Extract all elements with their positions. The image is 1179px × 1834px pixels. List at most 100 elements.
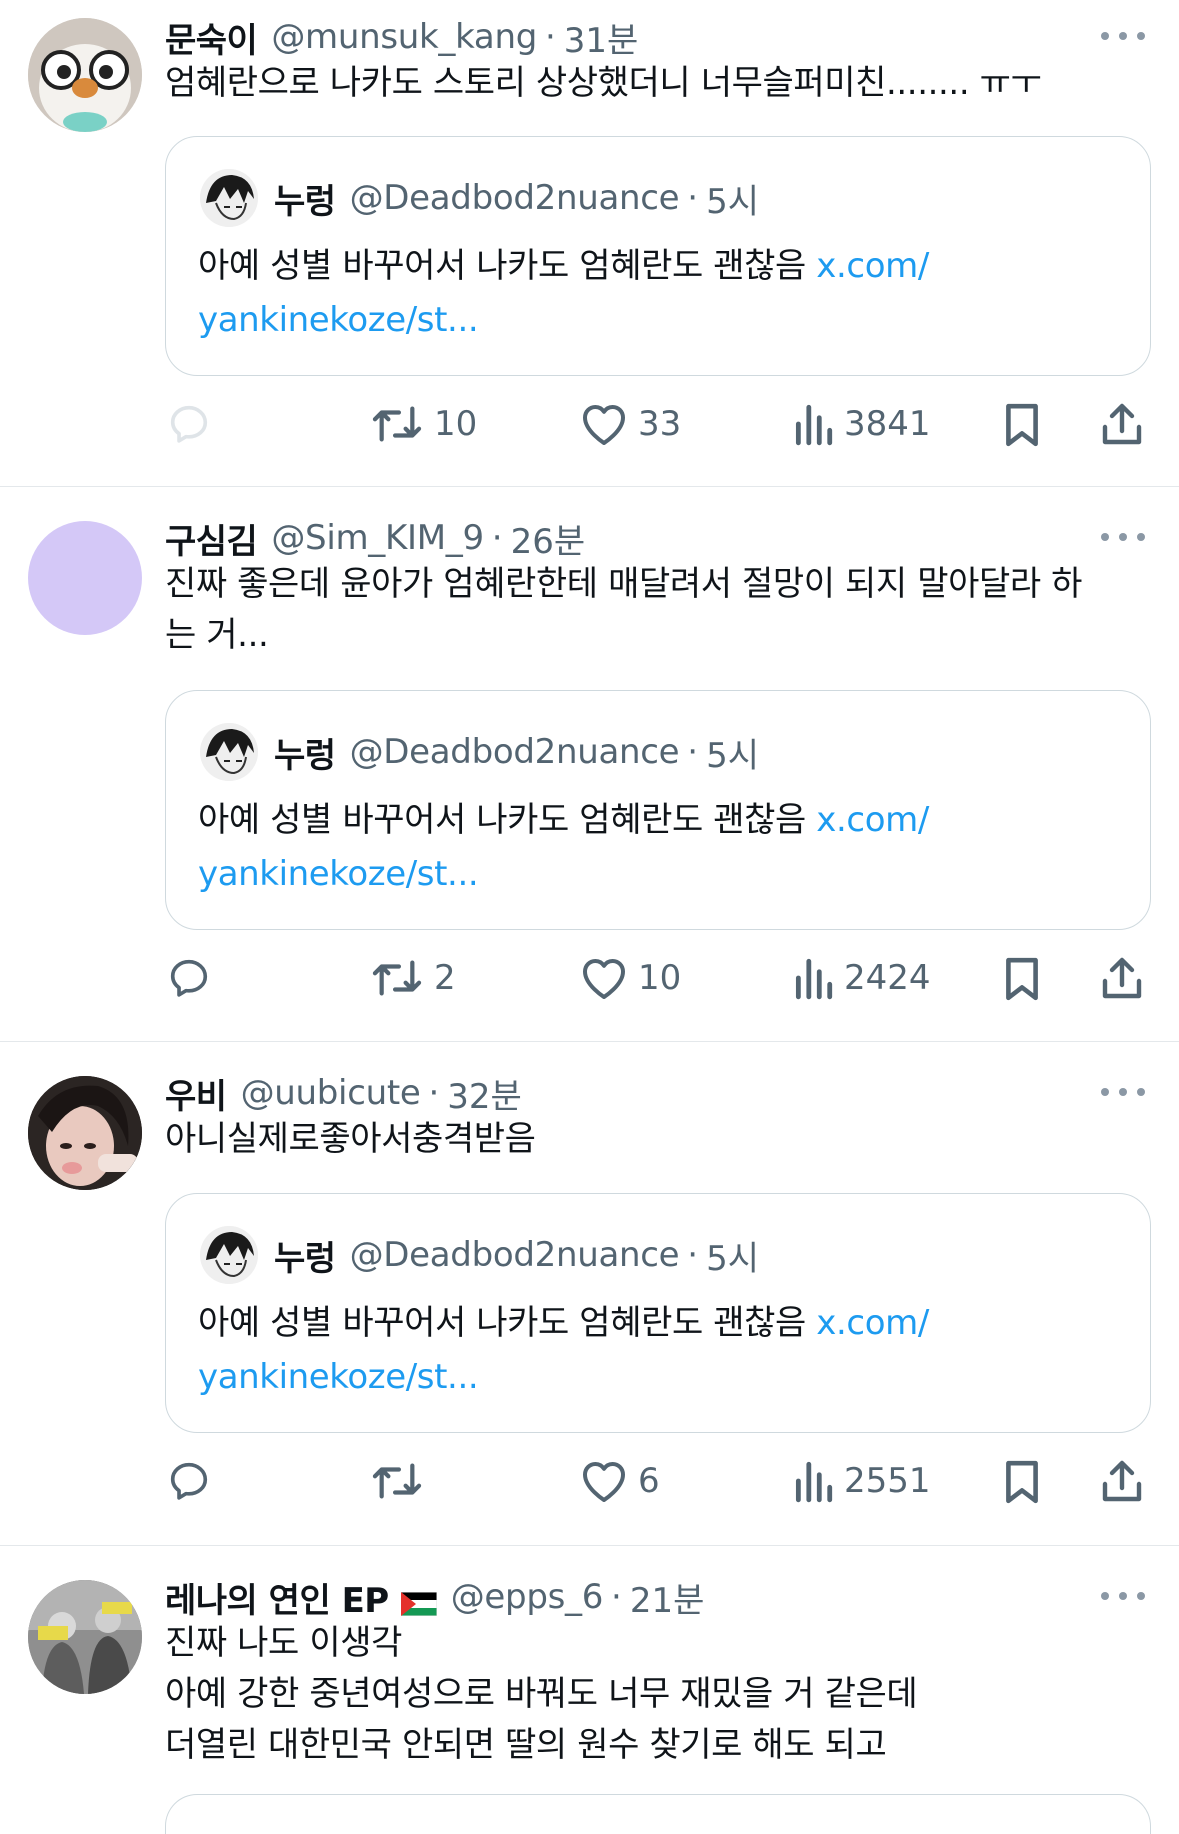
retweet-button[interactable]: 2 [370, 948, 456, 1008]
avatar[interactable] [28, 521, 142, 635]
retweet-count: 10 [434, 404, 478, 444]
quoted-header: 누렁 @Deadbod2nuance · 5시 [274, 729, 759, 776]
separator: · [687, 178, 699, 218]
tweet-text: 아니실제로좋아서충격받음 [165, 1119, 536, 1159]
avatar[interactable] [28, 1076, 142, 1190]
share-button[interactable] [1100, 1451, 1144, 1511]
retweet-icon [372, 960, 422, 996]
retweet-button[interactable]: 10 [370, 394, 477, 454]
like-button[interactable]: 6 [580, 1451, 660, 1511]
share-button[interactable] [1100, 948, 1144, 1008]
avatar[interactable] [28, 18, 142, 132]
quoted-tweet-partial[interactable] [165, 1794, 1151, 1834]
reply-icon [170, 405, 208, 443]
quoted-link[interactable]: x.com/ [816, 1303, 929, 1343]
tweet-text: 진짜 좋은데 윤아가 엄혜란한테 매달려서 절망이 되지 말아달라 하 는 거.… [165, 564, 1083, 655]
reply-button[interactable] [166, 948, 222, 1008]
manga-avatar-icon [200, 1226, 258, 1284]
bookmark-button[interactable] [1002, 1451, 1042, 1511]
more-icon[interactable] [1101, 1586, 1145, 1606]
retweet-button[interactable] [370, 1451, 434, 1511]
quoted-body: 아예 성별 바꾸어서 나카도 엄혜란도 괜찮음 [198, 800, 817, 840]
quoted-body: 아예 성별 바꾸어서 나카도 엄혜란도 괜찮음 [198, 246, 817, 286]
tweet-header: 레나의 연인 EP @epps_6 · 21분 [165, 1573, 705, 1622]
views-button[interactable]: 2551 [792, 1451, 931, 1511]
user-handle[interactable]: @uubicute [241, 1073, 421, 1113]
timestamp[interactable]: 32분 [447, 1069, 522, 1118]
action-bar: 10 33 3841 [0, 394, 1179, 454]
avatar-vintage-photo-icon [28, 1580, 142, 1694]
views-icon [795, 958, 833, 1000]
reply-button[interactable] [166, 1451, 222, 1511]
separator: · [611, 1577, 622, 1617]
retweet-icon [372, 1463, 422, 1499]
user-handle[interactable]: @munsuk_kang [271, 17, 537, 57]
quoted-text: 아예 성별 바꾸어서 나카도 엄혜란도 괜찮음 x.com/yankinekoz… [198, 239, 1098, 347]
separator: · [687, 732, 699, 772]
share-button[interactable] [1100, 394, 1144, 454]
separator: · [491, 518, 503, 558]
quoted-avatar[interactable] [200, 723, 258, 781]
views-icon [795, 1461, 833, 1503]
display-name[interactable]: 문숙이 [165, 13, 258, 62]
quoted-handle: @Deadbod2nuance [349, 1235, 680, 1275]
retweet-count: 2 [434, 958, 456, 998]
user-handle[interactable]: @Sim_KIM_9 [271, 518, 484, 558]
views-icon [795, 404, 833, 446]
share-icon [1102, 957, 1142, 999]
timestamp[interactable]: 31분 [564, 13, 639, 62]
tweet[interactable]: 레나의 연인 EP @epps_6 · 21분 진짜 나도 이생각 아예 강한 … [0, 1546, 1179, 1834]
quoted-link[interactable]: yankinekoze/st... [198, 1357, 479, 1397]
more-icon[interactable] [1101, 527, 1145, 547]
bookmark-icon [1006, 403, 1038, 447]
view-count: 2551 [844, 1461, 931, 1501]
quoted-display-name: 누렁 [274, 735, 336, 776]
quoted-link[interactable]: yankinekoze/st... [198, 854, 479, 894]
quoted-link[interactable]: yankinekoze/st... [198, 300, 479, 340]
quoted-timestamp: 5시 [706, 181, 760, 222]
tweet[interactable]: 문숙이 @munsuk_kang · 31분 엄혜란으로 나카도 스토리 상상했… [0, 0, 1179, 487]
views-button[interactable]: 3841 [792, 394, 931, 454]
display-name[interactable]: 구심김 [165, 514, 258, 563]
quoted-header: 누렁 @Deadbod2nuance · 5시 [274, 1232, 760, 1279]
timestamp[interactable]: 21분 [630, 1573, 705, 1622]
like-button[interactable]: 10 [580, 948, 681, 1008]
views-button[interactable]: 2424 [792, 948, 931, 1008]
like-icon [583, 405, 625, 445]
action-bar: 6 2551 [0, 1451, 1179, 1511]
more-icon[interactable] [1101, 26, 1145, 46]
quoted-text: 아예 성별 바꾸어서 나카도 엄혜란도 괜찮음 x.com/yankinekoz… [198, 1296, 1098, 1404]
quoted-timestamp: 5시 [706, 1238, 760, 1279]
quoted-tweet[interactable]: 누렁 @Deadbod2nuance · 5시 아예 성별 바꾸어서 나카도 엄… [165, 136, 1151, 376]
reply-button[interactable] [166, 394, 222, 454]
display-name[interactable]: 우비 [165, 1069, 227, 1118]
bookmark-button[interactable] [1002, 394, 1042, 454]
tweet[interactable]: 구심김 @Sim_KIM_9 · 26분 진짜 좋은데 윤아가 엄혜란한테 매달… [0, 487, 1179, 1042]
separator: · [687, 1235, 699, 1275]
quoted-display-name: 누렁 [274, 1238, 336, 1279]
like-button[interactable]: 33 [580, 394, 681, 454]
quoted-tweet[interactable]: 누렁 @Deadbod2nuance · 5시 아예 성별 바꾸어서 나카도 엄… [165, 690, 1151, 930]
action-bar: 2 10 2424 [0, 948, 1179, 1008]
tweet-header: 우비 @uubicute · 32분 [165, 1069, 522, 1118]
retweet-icon [372, 406, 422, 442]
display-name[interactable]: 레나의 연인 EP [165, 1573, 389, 1622]
bookmark-button[interactable] [1002, 948, 1042, 1008]
like-count: 33 [638, 404, 682, 444]
quoted-avatar[interactable] [200, 169, 258, 227]
tweet-text: 진짜 나도 이생각 아예 강한 중년여성으로 바꿔도 너무 재밌을 거 같은데 … [165, 1623, 918, 1765]
more-icon[interactable] [1101, 1082, 1145, 1102]
quoted-link[interactable]: x.com/ [816, 800, 929, 840]
like-icon [583, 1462, 625, 1502]
user-handle[interactable]: @epps_6 [451, 1577, 604, 1617]
quoted-avatar[interactable] [200, 1226, 258, 1284]
timestamp[interactable]: 26분 [511, 514, 586, 563]
quoted-link[interactable]: x.com/ [816, 246, 929, 286]
quoted-handle: @Deadbod2nuance [349, 178, 680, 218]
view-count: 2424 [844, 958, 931, 998]
quoted-tweet[interactable]: 누렁 @Deadbod2nuance · 5시 아예 성별 바꾸어서 나카도 엄… [165, 1193, 1151, 1433]
avatar[interactable] [28, 1580, 142, 1694]
tweet-header: 구심김 @Sim_KIM_9 · 26분 [165, 514, 586, 563]
bookmark-icon [1006, 957, 1038, 1001]
tweet[interactable]: 우비 @uubicute · 32분 아니실제로좋아서충격받음 누렁 @Dead… [0, 1042, 1179, 1546]
